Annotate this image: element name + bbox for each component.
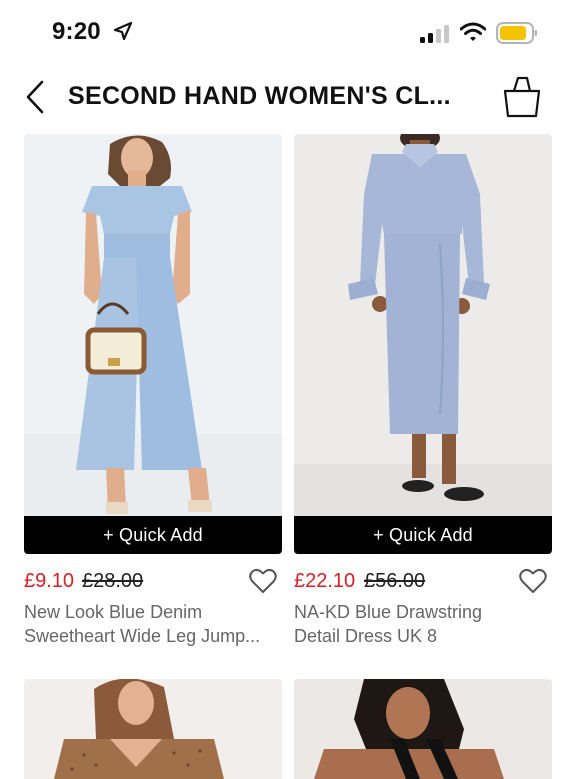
status-time: 9:20: [52, 18, 101, 45]
page-title: SECOND HAND WOMEN'S CL...: [68, 82, 451, 110]
product-image[interactable]: + Quick Add: [24, 134, 282, 554]
favorite-button[interactable]: [518, 566, 548, 596]
back-button[interactable]: [18, 78, 52, 116]
product-image[interactable]: + Quick Add: [294, 134, 552, 554]
battery-icon: [496, 22, 538, 49]
product-card[interactable]: + Quick Add £22.10 £56.00 NA-KD Blue Dra…: [294, 134, 552, 648]
signal-icon: [420, 25, 452, 48]
nav-bar: SECOND HAND WOMEN'S CL...: [0, 66, 576, 128]
quick-add-button[interactable]: + Quick Add: [24, 516, 282, 554]
bag-button[interactable]: [500, 74, 544, 120]
heart-icon: [249, 568, 277, 593]
product-title-line-1[interactable]: New Look Blue Denim: [24, 600, 282, 624]
heart-icon: [519, 568, 547, 593]
back-chevron-icon: [26, 80, 44, 114]
product-image[interactable]: [24, 679, 282, 779]
original-price: £56.00: [364, 570, 426, 592]
sale-price: £22.10: [294, 570, 356, 592]
product-image[interactable]: [294, 679, 552, 779]
product-title-line-2[interactable]: Detail Dress UK 8: [294, 624, 552, 648]
product-card[interactable]: + Quick Add £9.10 £28.00 New Look Blue D…: [24, 134, 282, 648]
favorite-button[interactable]: [248, 566, 278, 596]
product-title-line-2[interactable]: Sweetheart Wide Leg Jump...: [24, 624, 282, 648]
original-price: £28.00: [82, 570, 144, 592]
sale-price: £9.10: [24, 570, 75, 592]
shopping-bag-icon: [503, 76, 541, 118]
wifi-icon: [459, 22, 487, 47]
price-row: £9.10 £28.00: [24, 564, 282, 600]
location-arrow-icon: [113, 21, 133, 46]
quick-add-button[interactable]: + Quick Add: [294, 516, 552, 554]
status-bar: 9:20: [0, 0, 576, 66]
product-title-line-1[interactable]: NA-KD Blue Drawstring: [294, 600, 552, 624]
price-row: £22.10 £56.00: [294, 564, 552, 600]
